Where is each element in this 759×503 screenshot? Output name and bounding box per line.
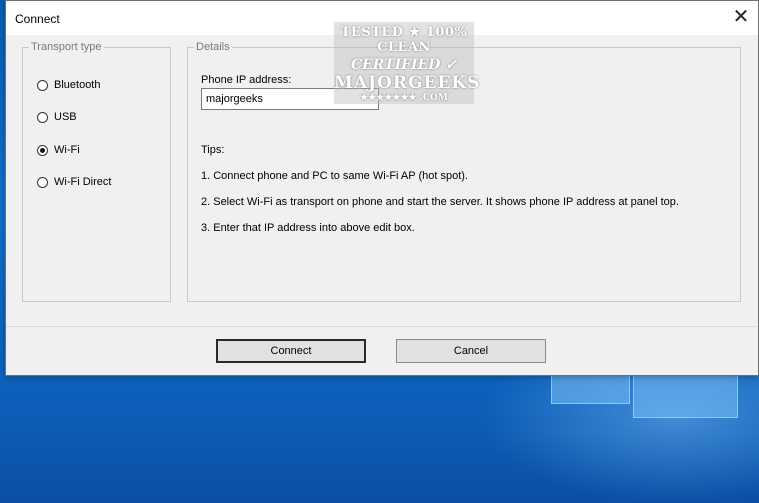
connect-button[interactable]: Connect — [216, 339, 366, 363]
watermark-line: CERTIFIED ✓ — [350, 57, 458, 73]
cancel-button[interactable]: Cancel — [396, 339, 546, 363]
radio-button-icon[interactable] — [37, 79, 48, 91]
close-icon[interactable]: ✕ — [726, 3, 756, 33]
watermark-line: MAJORGEEKS — [334, 73, 481, 93]
radio-bluetooth[interactable]: Bluetooth — [37, 79, 100, 91]
majorgeeks-watermark-logo: TESTED ★ 100% CLEAN CERTIFIED ✓ MAJORGEE… — [334, 22, 481, 104]
windows-logo-pane — [633, 374, 738, 418]
transport-type-legend: Transport type — [31, 41, 102, 53]
radio-usb[interactable]: USB — [37, 111, 77, 123]
radio-wifi-direct[interactable]: Wi-Fi Direct — [37, 176, 111, 188]
windows-logo-pane — [551, 374, 630, 404]
details-legend: Details — [196, 41, 230, 53]
radio-label: Wi-Fi — [54, 144, 80, 156]
radio-label: Bluetooth — [54, 79, 101, 91]
tip-text: 3. Enter that IP address into above edit… — [201, 222, 415, 234]
phone-ip-label: Phone IP address: — [201, 74, 292, 86]
tip-text: 1. Connect phone and PC to same Wi-Fi AP… — [201, 170, 468, 182]
radio-wifi[interactable]: Wi-Fi — [37, 144, 80, 156]
radio-button-icon[interactable] — [37, 111, 48, 123]
dialog-title: Connect — [15, 12, 60, 26]
footer-separator — [6, 326, 758, 327]
transport-type-group: Transport type Bluetooth USB Wi-Fi Wi-Fi… — [22, 41, 171, 302]
watermark-line: TESTED ★ 100% CLEAN — [340, 25, 468, 55]
tip-text: 2. Select Wi-Fi as transport on phone an… — [201, 196, 679, 208]
connect-dialog: Connect ✕ Transport type Bluetooth USB W… — [5, 0, 759, 376]
tips-heading: Tips: — [201, 144, 225, 156]
radio-button-icon[interactable] — [37, 176, 48, 188]
radio-label: USB — [54, 111, 77, 123]
radio-button-checked-icon[interactable] — [37, 144, 48, 156]
watermark-line: ★★★★★★★ .COM — [360, 93, 448, 103]
radio-label: Wi-Fi Direct — [54, 176, 112, 188]
